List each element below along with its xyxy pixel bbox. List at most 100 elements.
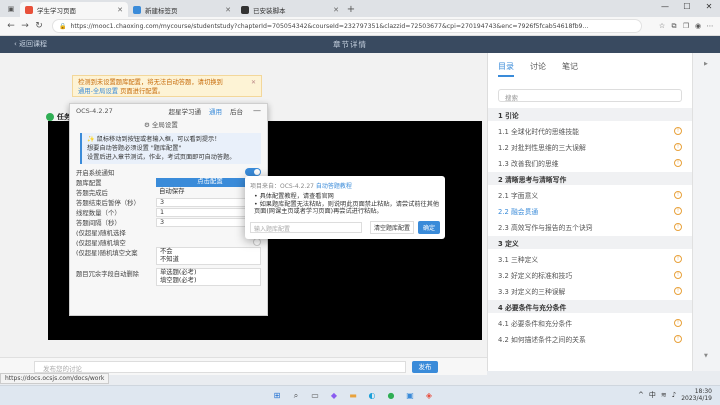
global-settings-link[interactable]: 通用-全局设置: [78, 88, 118, 95]
script-favicon-icon: [241, 5, 249, 14]
window-menu-icon[interactable]: ▣: [4, 2, 18, 16]
clear-config-button[interactable]: 清空题库配置: [369, 220, 414, 234]
sidebar-item-chapter[interactable]: 3.1 三种定义!: [488, 252, 692, 265]
pending-task-icon: !: [674, 270, 682, 279]
sidebar-item-chapter[interactable]: 2.2 融会贯通!: [488, 204, 692, 217]
close-tab-icon[interactable]: ✕: [117, 6, 123, 14]
edge-icon[interactable]: ◐: [365, 389, 379, 403]
sidebar-item-chapter[interactable]: 4.2 如何描述条件之间的关系!: [488, 332, 692, 345]
extra-fields-list[interactable]: 单选题(必考) 填空题(必考): [156, 268, 261, 286]
profile-icon[interactable]: ◉: [692, 22, 704, 31]
chapter-label: 3.3 对定义的三种误解: [498, 287, 566, 296]
refresh-icon[interactable]: ↻: [32, 21, 46, 31]
system-notify-toggle[interactable]: [245, 168, 261, 176]
after-complete-row: 答题完成后 自动保存: [70, 187, 267, 197]
post-button[interactable]: 发布: [412, 361, 438, 373]
sidebar-item-chapter[interactable]: 1 引论: [488, 108, 692, 121]
system-notify-row: 开启系统通知: [70, 167, 267, 177]
file-explorer-icon[interactable]: ▬: [346, 389, 360, 403]
tab-title: 学生学习页面: [37, 6, 76, 15]
tab-discussion[interactable]: 讨论: [530, 61, 546, 77]
tip-line: ✨ 鼠标移动到按钮或者输入框，可以看到提示！: [87, 136, 221, 143]
section-title: ⚙ 全局设置: [144, 121, 178, 129]
close-tab-icon[interactable]: ✕: [225, 6, 231, 14]
minimize-panel-button[interactable]: —: [253, 106, 261, 115]
tab-notes[interactable]: 笔记: [562, 61, 578, 77]
sidebar-item-chapter[interactable]: 2.1 字面意义!: [488, 188, 692, 201]
tab-0[interactable]: 学生学习页面 ✕: [20, 2, 128, 17]
ocs-tab-chaoxing[interactable]: 超星学习通: [169, 106, 202, 116]
dialog-controls: 输入题库配置 清空题库配置 确定: [250, 220, 441, 234]
app-icon[interactable]: ◈: [422, 389, 436, 403]
fill-text-list[interactable]: 不会 不知道: [156, 247, 261, 265]
extensions-icon[interactable]: ⧉: [668, 22, 680, 31]
extra-fields-row: 题目冗余字段自动删除 单选题(必考) 填空题(必考): [70, 268, 267, 286]
tab-2[interactable]: 已安装脚本 ✕: [236, 2, 344, 17]
maximize-window-icon[interactable]: ☐: [676, 0, 698, 14]
tutorial-link[interactable]: 自动答题教程: [316, 183, 352, 190]
tab-catalog[interactable]: 目录: [498, 61, 514, 77]
new-tab-button[interactable]: +: [344, 2, 358, 17]
discussion-input[interactable]: 发布您的讨论: [34, 361, 406, 373]
input-language[interactable]: 中: [649, 390, 656, 400]
wechat-icon[interactable]: ●: [384, 389, 398, 403]
teams-icon[interactable]: ◆: [327, 389, 341, 403]
close-window-icon[interactable]: ✕: [698, 0, 720, 14]
forward-icon[interactable]: →: [18, 21, 32, 31]
minimize-window-icon[interactable]: —: [654, 0, 676, 14]
chapter-label: 2.3 高效写作与报告的五个诀窍: [498, 223, 593, 232]
store-icon[interactable]: ▣: [403, 389, 417, 403]
lock-icon[interactable]: 🔒: [59, 23, 66, 30]
pending-task-icon: !: [674, 142, 682, 151]
sidebar-item-chapter[interactable]: 1.2 对批判性思维的三大误解!: [488, 140, 692, 153]
sidebar-item-chapter[interactable]: 4 必要条件与充分条件: [488, 300, 692, 313]
status-url: https://docs.ocsjs.com/docs/work: [0, 373, 110, 384]
pending-task-icon: !: [674, 206, 682, 215]
sidebar-scroll-strip[interactable]: ▶ ▼: [692, 53, 720, 371]
dialog-notes: 具体配置教程，请查看官网 如果题库配置无法粘贴，则说明此页面禁止粘贴，请尝试前往…: [250, 193, 440, 216]
address-bar[interactable]: 🔒 https://mooc1.chaoxing.com/mycourse/st…: [52, 19, 642, 33]
list-item: 不知道: [160, 256, 179, 263]
chevron-up-icon[interactable]: ^: [638, 391, 644, 399]
close-icon[interactable]: ✕: [251, 78, 256, 87]
qa-config-input[interactable]: 输入题库配置: [250, 221, 362, 233]
clock[interactable]: 18:30 2023/4/19: [681, 388, 712, 402]
sidebar-item-chapter[interactable]: 2 清晰思考与清晰写作: [488, 172, 692, 185]
volume-icon[interactable]: ♪: [672, 391, 676, 399]
back-icon[interactable]: ←: [4, 21, 18, 31]
chaoxing-favicon-icon: [25, 5, 33, 14]
confirm-button[interactable]: 确定: [418, 220, 441, 234]
favorite-star-icon[interactable]: ☆: [656, 22, 668, 31]
time: 18:30: [694, 388, 712, 395]
system-tray: ^ 中 ≋ ♪ 18:30 2023/4/19: [638, 388, 712, 402]
ocs-tab-general[interactable]: 通用: [209, 106, 222, 116]
sidebar-item-chapter[interactable]: 4.1 必要条件和充分条件!: [488, 316, 692, 329]
scroll-up-icon[interactable]: ▶: [704, 61, 708, 67]
more-menu-icon[interactable]: ⋯: [704, 22, 716, 31]
collections-icon[interactable]: ❐: [680, 22, 692, 31]
search-input[interactable]: 搜索: [498, 89, 682, 102]
scroll-down-icon[interactable]: ▼: [704, 353, 708, 359]
sidebar-item-chapter[interactable]: 3 定义: [488, 236, 692, 249]
pending-task-icon: !: [674, 190, 682, 199]
start-icon[interactable]: ⊞: [270, 389, 284, 403]
close-tab-icon[interactable]: ✕: [333, 6, 339, 14]
sidebar-item-chapter[interactable]: 1.3 改善我们的思维!: [488, 156, 692, 169]
sidebar-item-chapter[interactable]: 1.1 全球化时代的思维技能!: [488, 124, 692, 137]
ocs-tab-backend[interactable]: 后台: [230, 106, 243, 116]
search-icon[interactable]: ⌕: [289, 389, 303, 403]
back-to-course-link[interactable]: ‹ 返回课程: [14, 39, 47, 49]
random-fill-radio[interactable]: [253, 238, 261, 246]
tab-title: 新建标签页: [145, 6, 178, 15]
sidebar-item-chapter[interactable]: 3.3 对定义的三种误解!: [488, 284, 692, 297]
fill-text-label: (仅超星)随机填空文案: [76, 250, 138, 257]
sidebar-item-chapter[interactable]: 2.3 高效写作与报告的五个诀窍!: [488, 220, 692, 233]
threads-row: 线程数量（个） 1: [70, 207, 267, 217]
tab-1[interactable]: 新建标签页 ✕: [128, 2, 236, 17]
tip-line: 想要自动答题必须设置 "题库配置": [87, 145, 182, 152]
task-view-icon[interactable]: ▭: [308, 389, 322, 403]
sidebar-item-chapter[interactable]: 3.2 好定义的标准和技巧!: [488, 268, 692, 281]
wifi-icon[interactable]: ≋: [661, 391, 667, 399]
tip-line: 设置后进入章节测试，作业，考试页面即可自动答题。: [87, 154, 236, 161]
url-text: https://mooc1.chaoxing.com/mycourse/stud…: [70, 22, 589, 30]
